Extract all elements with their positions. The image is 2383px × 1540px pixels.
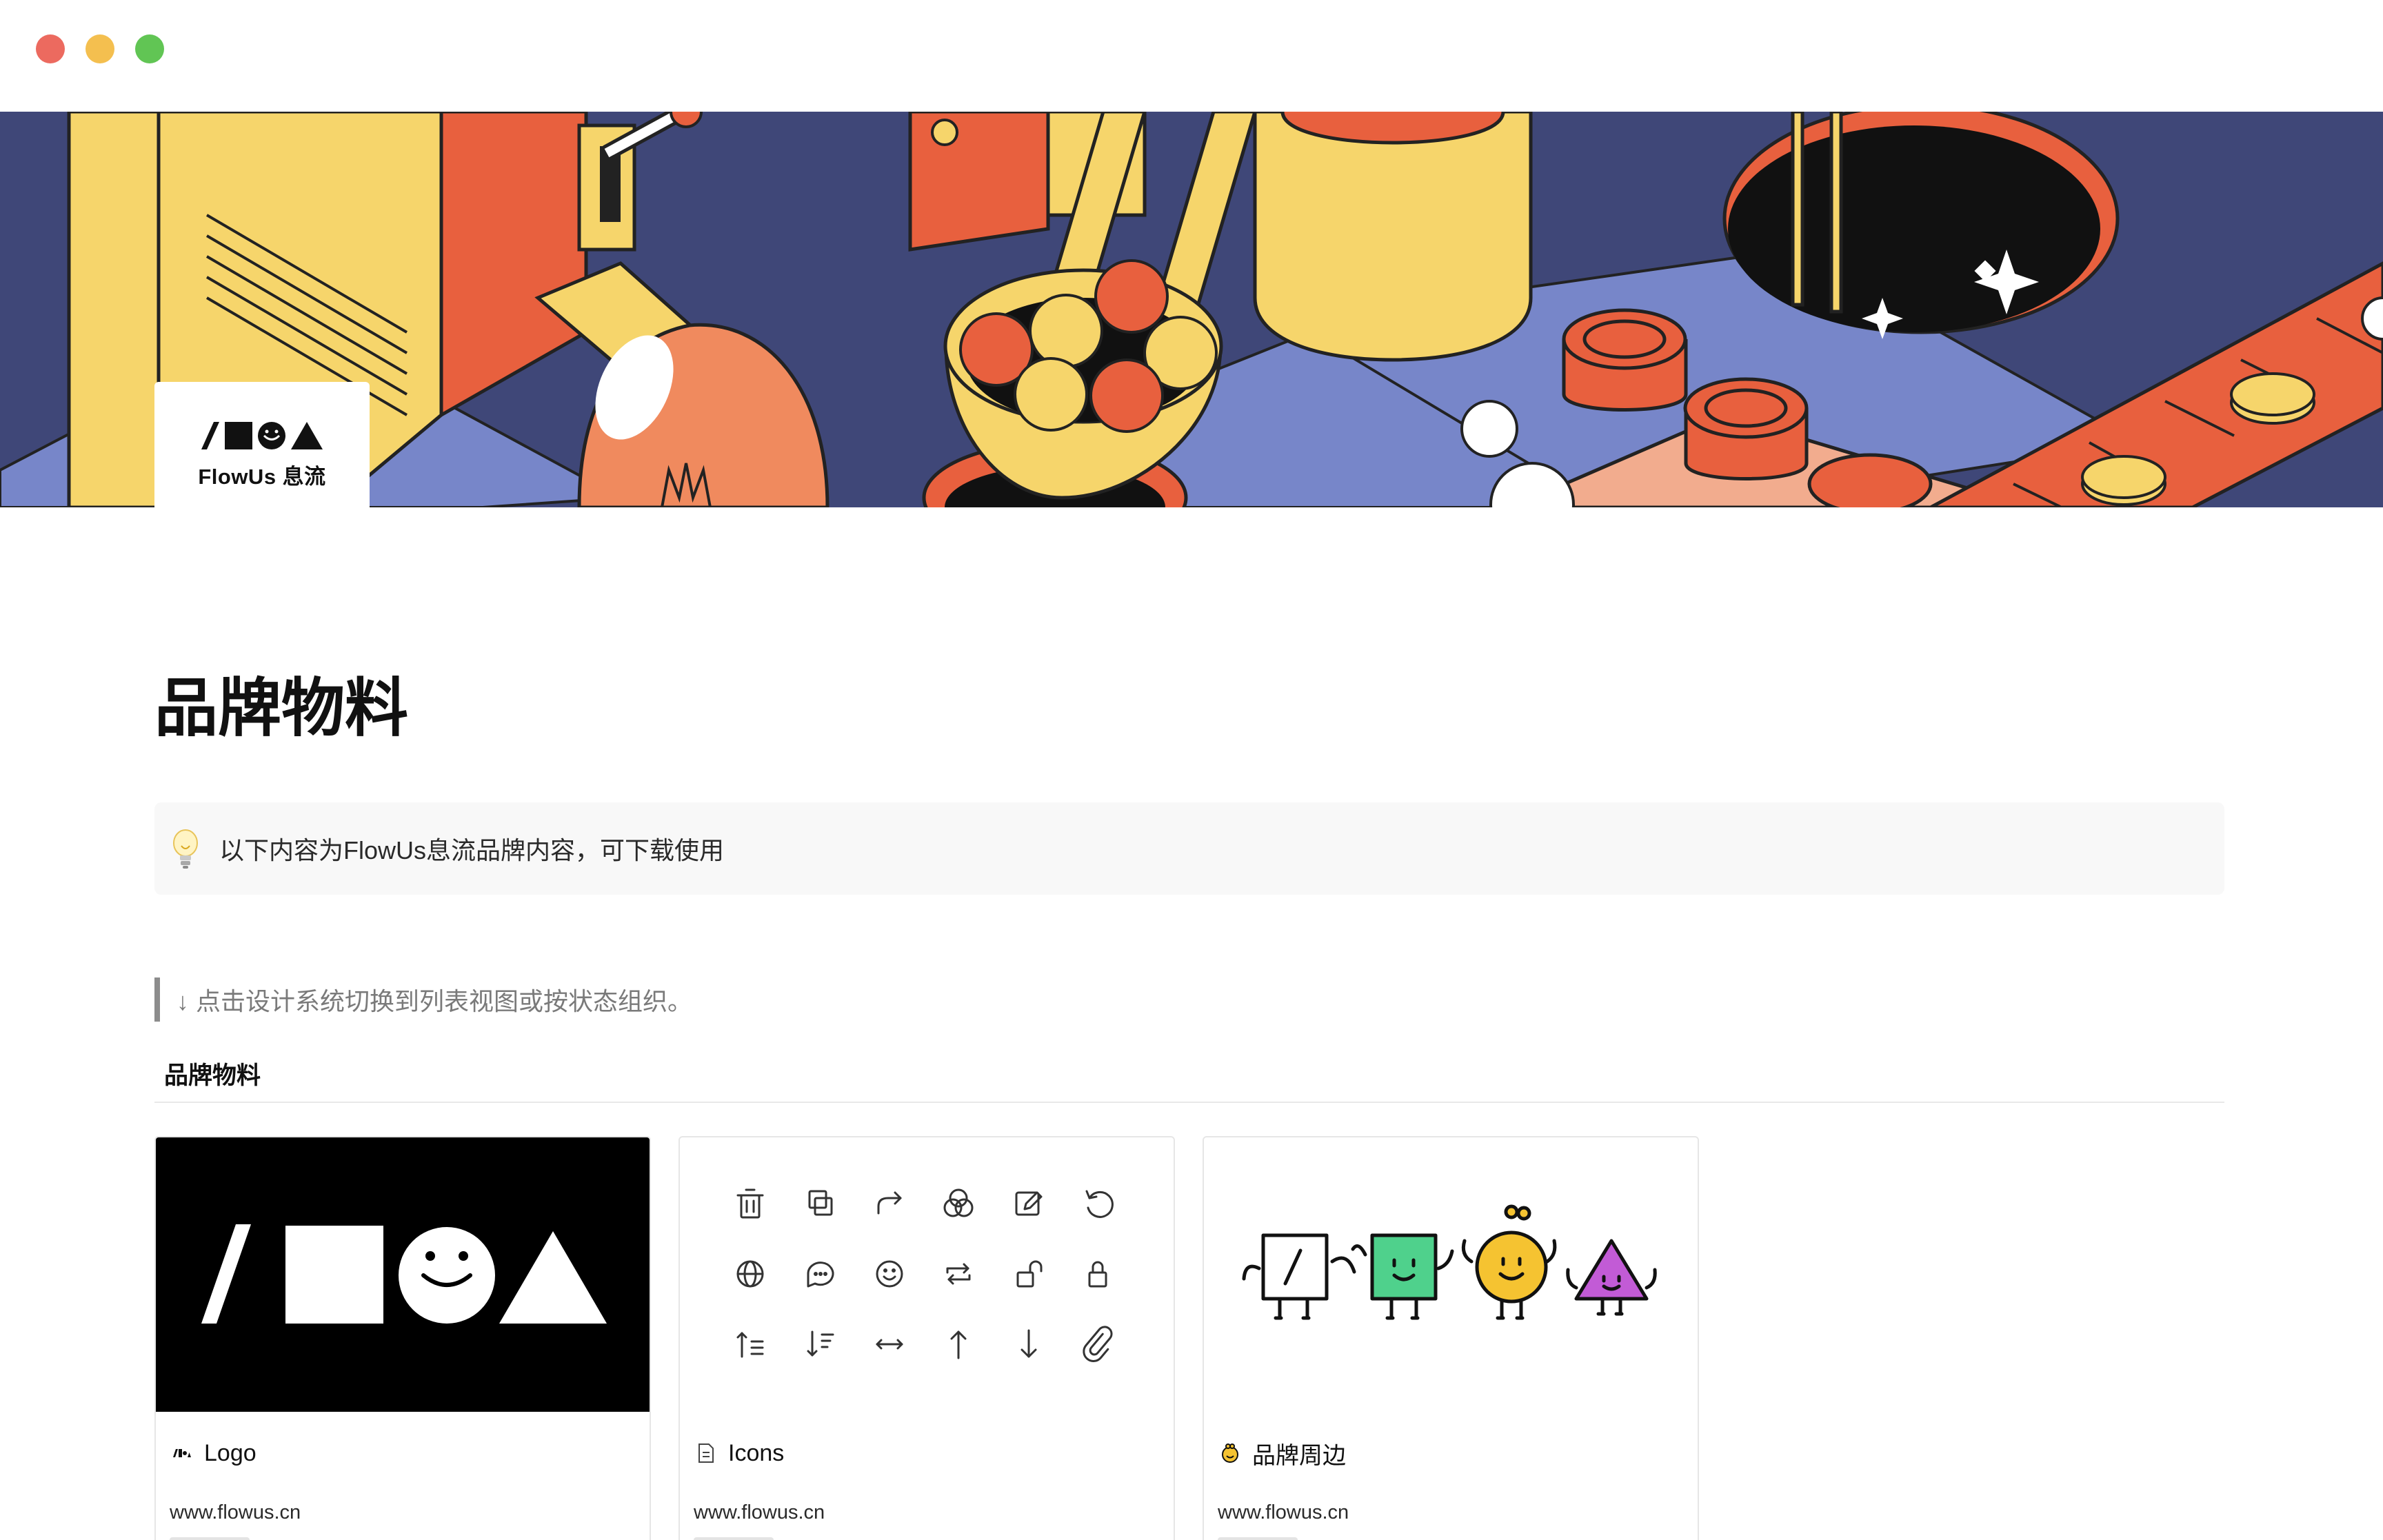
- page-icon[interactable]: FlowUs 息流: [154, 382, 370, 528]
- sort-desc-icon: [807, 1330, 834, 1357]
- flowus-logo-icon: [201, 421, 323, 449]
- card-title: 品牌周边: [1252, 1442, 1346, 1469]
- venn-icon: [943, 1188, 974, 1217]
- card-property-bar: [170, 1537, 250, 1540]
- brand-name-label: FlowUs 息流: [198, 464, 326, 489]
- copy-icon: [808, 1190, 833, 1216]
- undo-icon: [1085, 1190, 1114, 1218]
- card-cover-merch: [1204, 1137, 1698, 1412]
- maximize-window-button[interactable]: [135, 34, 164, 63]
- card-title: Icons: [728, 1439, 785, 1466]
- card-cover-icons: [680, 1137, 1174, 1412]
- close-window-button[interactable]: [36, 34, 65, 63]
- lock-icon: [1088, 1261, 1107, 1288]
- card-url-property[interactable]: www.flowus.cn: [1218, 1501, 1349, 1524]
- repeat-icon: [946, 1263, 971, 1285]
- card-title-row: Logo: [171, 1437, 257, 1470]
- card-url-property[interactable]: www.flowus.cn: [170, 1501, 301, 1524]
- circle-mascot: [1461, 1204, 1557, 1320]
- title-bar: [0, 0, 2383, 112]
- minimize-window-button[interactable]: [86, 34, 114, 63]
- swap-horizontal-icon: [876, 1339, 903, 1350]
- gallery-card-logo[interactable]: Logo www.flowus.cn: [154, 1136, 651, 1540]
- globe-icon: [736, 1260, 764, 1288]
- card-title-row: 品牌周边: [1219, 1437, 1346, 1470]
- page-title[interactable]: 品牌物料: [154, 670, 408, 747]
- arrow-up-icon: [950, 1330, 967, 1359]
- smile-icon: [876, 1260, 903, 1288]
- card-cover-logo: [156, 1137, 650, 1412]
- gallery-card-merch[interactable]: 品牌周边 www.flowus.cn: [1203, 1136, 1699, 1540]
- card-title-row: Icons: [695, 1437, 784, 1470]
- face-icon: [1219, 1442, 1241, 1464]
- gallery-view-title[interactable]: 品牌物料: [164, 1056, 261, 1091]
- arrow-down-icon: [1020, 1329, 1037, 1358]
- sort-asc-icon: [736, 1332, 764, 1358]
- logo-icon: [171, 1442, 193, 1464]
- card-property-bar: [1218, 1537, 1298, 1540]
- lightbulb-icon[interactable]: [170, 828, 201, 869]
- card-property-bar: [694, 1537, 774, 1540]
- callout-text[interactable]: 以下内容为FlowUs息流品牌内容，可下载使用: [219, 831, 724, 867]
- slash-mascot: [1242, 1233, 1356, 1320]
- gallery-card-icons[interactable]: Icons www.flowus.cn: [678, 1136, 1175, 1540]
- document-icon: [695, 1442, 717, 1464]
- paperclip-icon: [1083, 1326, 1113, 1362]
- triangle-mascot: [1566, 1239, 1657, 1316]
- redo-icon: [877, 1191, 902, 1215]
- edit-icon: [1015, 1191, 1043, 1216]
- card-title: Logo: [204, 1439, 257, 1466]
- card-url-property[interactable]: www.flowus.cn: [694, 1501, 825, 1524]
- unlock-icon: [1016, 1260, 1043, 1288]
- square-mascot: [1351, 1233, 1454, 1320]
- comment-icon: [807, 1262, 834, 1288]
- gallery-view-header: 品牌物料: [154, 1048, 2224, 1103]
- quote-block[interactable]: ↓ 点击设计系统切换到列表视图或按状态组织。: [154, 977, 692, 1022]
- app-window: FlowUs 息流 品牌物料 以下内容为FlowUs息流品牌内容，可下载使用 ↓…: [0, 0, 2383, 1540]
- callout-block[interactable]: 以下内容为FlowUs息流品牌内容，可下载使用: [154, 802, 2224, 895]
- trash-icon: [736, 1188, 764, 1219]
